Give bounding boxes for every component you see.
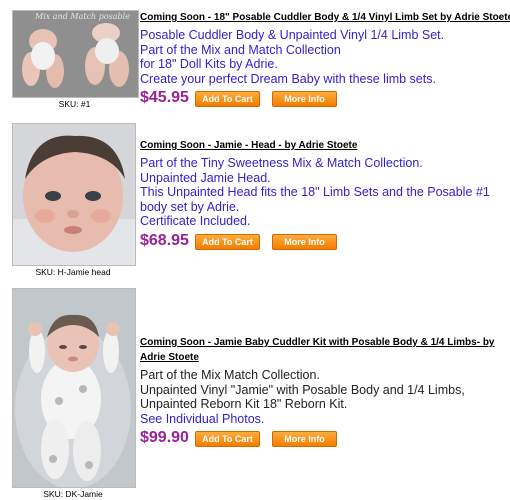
more-info-button[interactable]: More Info xyxy=(272,233,337,250)
product-info: Coming Soon - 18" Posable Cuddler Body &… xyxy=(140,11,510,108)
description-line: for 18" Doll Kits by Adrie. xyxy=(140,57,278,71)
product-price: $99.90 xyxy=(140,429,189,446)
product-image[interactable] xyxy=(12,123,136,266)
more-info-button[interactable]: More Info xyxy=(272,431,337,447)
buy-row: $45.95 Add To Cart More Info xyxy=(140,88,508,108)
product-price: $45.95 xyxy=(140,89,189,106)
product-description: Posable Cuddler Body & Unpainted Vinyl 1… xyxy=(140,28,508,86)
see-photos-link[interactable]: See Individual Photos. xyxy=(140,412,508,427)
sku-label: SKU: H-Jamie head xyxy=(35,267,111,277)
description-line: body set by Adrie. xyxy=(140,199,240,214)
product-description: Part of the Mix Match Collection. Unpain… xyxy=(140,368,508,426)
product-listing: SKU: H-Jamie head Coming Soon - Jamie - … xyxy=(0,118,510,280)
image-watermark: Mix and Match posable xyxy=(35,12,130,21)
description-line: Part of the Tiny Sweetness Mix & Match C… xyxy=(140,156,423,170)
description-line: Part of the Mix and Match Collection xyxy=(140,42,341,57)
description-line: Unpainted Jamie Head. xyxy=(140,170,271,185)
buy-row: $68.95 Add To Cart More Info xyxy=(140,231,508,251)
description-line: Create your perfect Dream Baby with thes… xyxy=(140,71,436,86)
product-image[interactable] xyxy=(12,288,136,488)
add-to-cart-button[interactable]: Add To Cart xyxy=(195,431,260,447)
description-line: Unpainted Reborn Kit 18" Reborn Kit. xyxy=(140,397,348,411)
description-line: Certificate Included. xyxy=(140,214,251,228)
product-title-link[interactable]: Coming Soon - 18" Posable Cuddler Body &… xyxy=(140,11,510,25)
product-image[interactable]: Mix and Match posable xyxy=(12,10,139,98)
description-line: Posable Cuddler Body & Unpainted Vinyl 1… xyxy=(140,28,445,42)
more-info-button[interactable]: More Info xyxy=(272,91,337,107)
description-line: Unpainted Vinyl "Jamie" with Posable Bod… xyxy=(140,382,465,397)
add-to-cart-button[interactable]: Add To Cart xyxy=(195,233,260,250)
sku-label: SKU: #1 xyxy=(58,99,91,109)
sku-label: SKU: DK-Jamie xyxy=(43,489,103,499)
product-description: Part of the Tiny Sweetness Mix & Match C… xyxy=(140,156,508,229)
product-info: Coming Soon - Jamie Baby Cuddler Kit wit… xyxy=(140,335,508,448)
product-title-link[interactable]: Coming Soon - Jamie Baby Cuddler Kit wit… xyxy=(140,335,500,365)
product-info: Coming Soon - Jamie - Head - by Adrie St… xyxy=(140,139,508,251)
description-line: Part of the Mix Match Collection. xyxy=(140,368,320,382)
product-price: $68.95 xyxy=(140,231,189,249)
add-to-cart-button[interactable]: Add To Cart xyxy=(195,91,260,107)
description-line: This Unpainted Head fits the 18" Limb Se… xyxy=(140,185,490,199)
buy-row: $99.90 Add To Cart More Info xyxy=(140,428,508,448)
product-listing: SKU: DK-Jamie Coming Soon - Jamie Baby C… xyxy=(0,283,510,500)
product-listing: Mix and Match posable SKU: #1 Coming Soo… xyxy=(0,0,510,110)
product-title-link[interactable]: Coming Soon - Jamie - Head - by Adrie St… xyxy=(140,139,508,153)
